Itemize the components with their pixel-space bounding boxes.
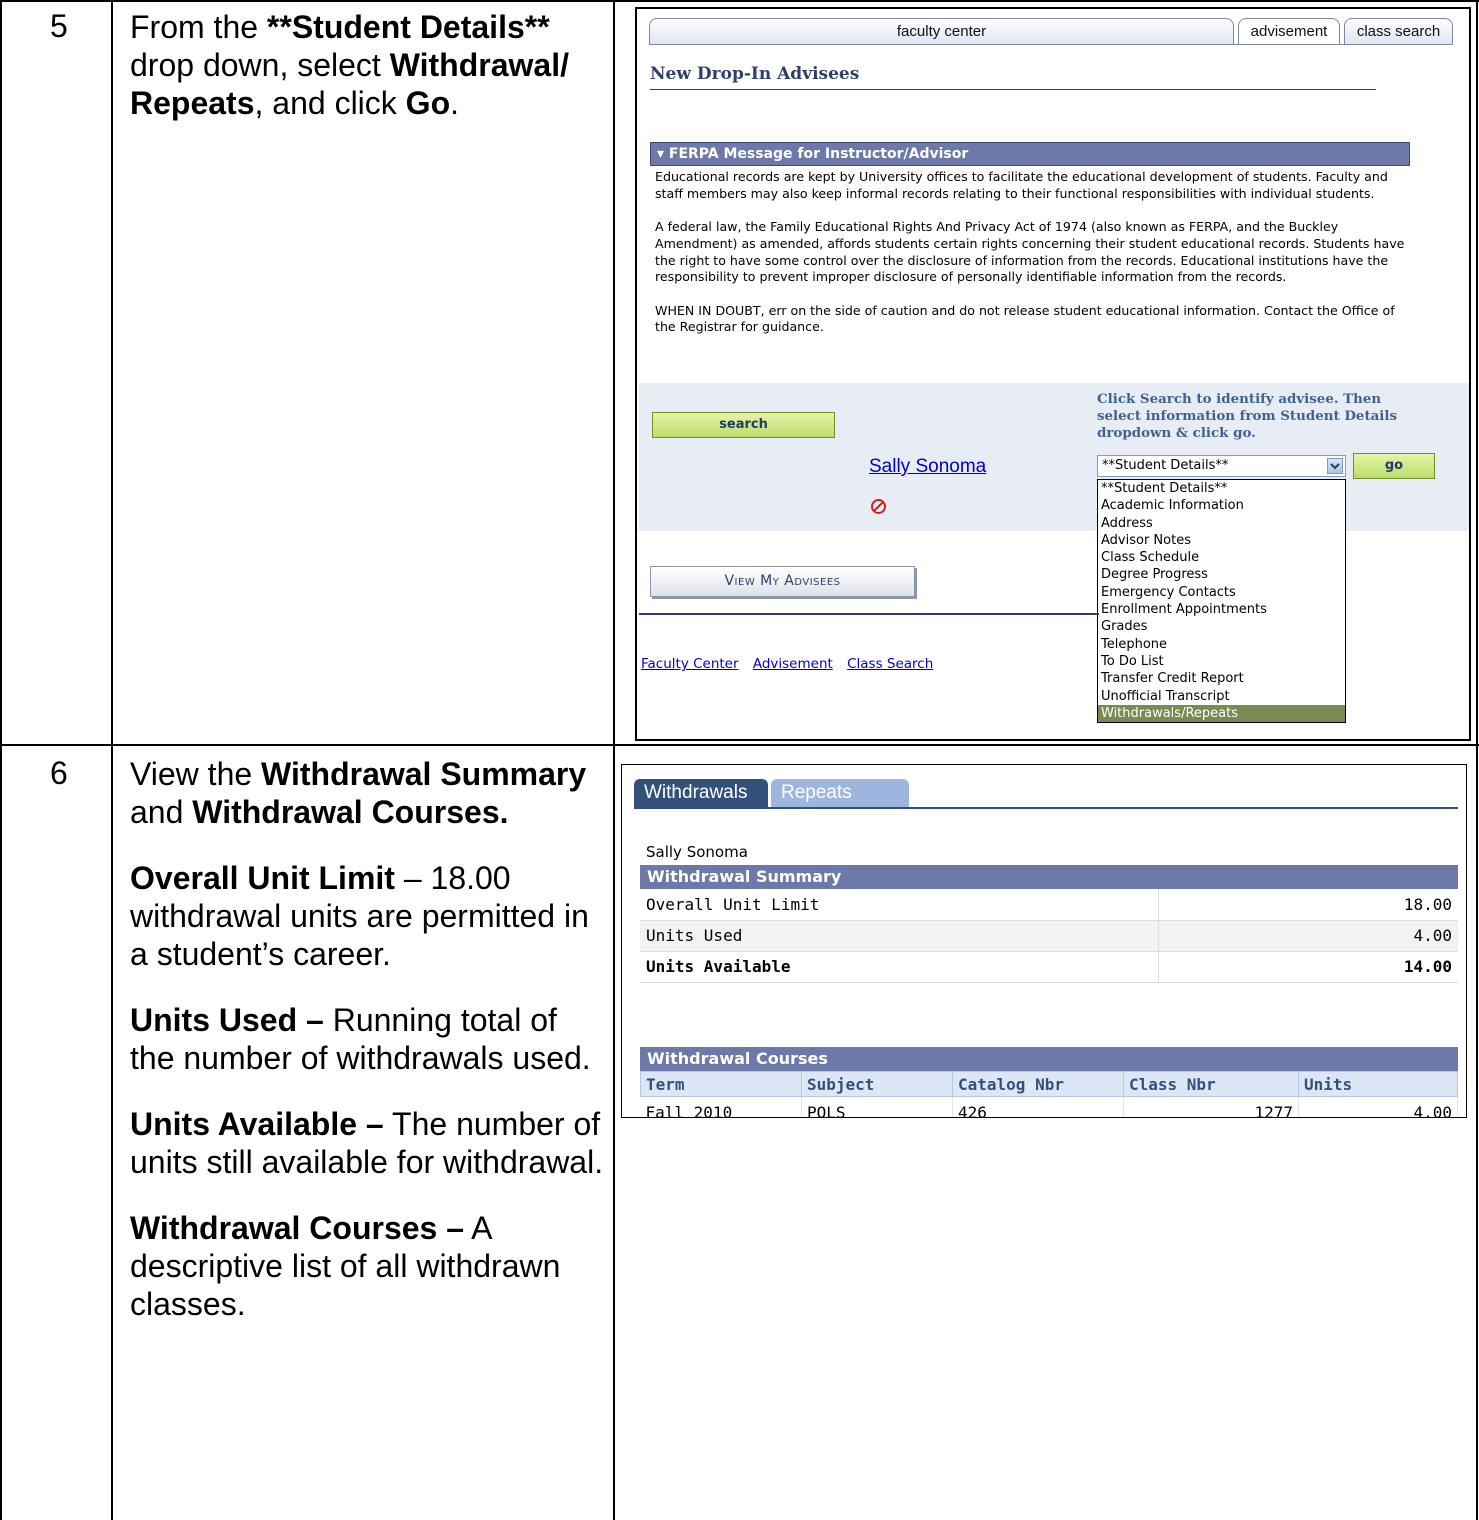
dropdown-option[interactable]: To Do List [1098, 653, 1345, 670]
withdrawals-screenshot: Withdrawals Repeats Sally Sonoma Withdra… [621, 764, 1467, 1118]
summary-value: 18.00 [1157, 889, 1458, 921]
go-button[interactable]: go [1353, 453, 1435, 479]
select-value: **Student Details** [1102, 458, 1229, 473]
instruction-paragraph: Withdrawal Courses – A descriptive list … [130, 1210, 561, 1322]
chevron-down-icon[interactable] [1327, 458, 1343, 474]
table-divider-col1 [111, 0, 113, 1520]
step-number: 6 [50, 755, 68, 791]
table-divider-row [0, 744, 1479, 746]
student-name-link[interactable]: Sally Sonoma [869, 456, 986, 478]
tab-baseline [634, 807, 1458, 809]
table-border-right [1476, 0, 1478, 1520]
view-my-advisees-button[interactable]: View My Advisees [650, 566, 915, 597]
footer-links: Faculty Center Advisement Class Search [641, 656, 943, 672]
step-number: 5 [50, 8, 68, 44]
search-button[interactable]: search [652, 412, 835, 438]
withdrawal-summary-header: Withdrawal Summary [640, 865, 1458, 889]
dropdown-option[interactable]: Grades [1098, 618, 1345, 635]
dropdown-option[interactable]: **Student Details** [1098, 480, 1345, 497]
summary-value: 4.00 [1157, 920, 1458, 952]
title-divider [650, 89, 1376, 90]
footer-link-class-search[interactable]: Class Search [847, 656, 933, 672]
summary-value: 14.00 [1157, 951, 1458, 983]
table-cell: Fall 2010 [640, 1096, 802, 1117]
dropdown-option[interactable]: Telephone [1098, 636, 1345, 653]
step-instruction: From the **Student Details** drop down, … [130, 9, 569, 121]
search-hint: Click Search to identify advisee. Then s… [1097, 391, 1398, 441]
dropdown-option-highlighted[interactable]: Withdrawals/Repeats [1098, 704, 1345, 723]
tab-baseline [649, 44, 1453, 45]
student-center-screenshot: faculty center advisement class search N… [635, 7, 1471, 741]
dropdown-option[interactable]: Enrollment Appointments [1098, 601, 1345, 618]
summary-label: Overall Unit Limit [640, 889, 1158, 921]
dropdown-option[interactable]: Address [1098, 515, 1345, 532]
withdrawal-summary-table: Overall Unit Limit 18.00 Units Used 4.00… [640, 889, 1458, 983]
ferpa-paragraph: A federal law, the Family Educational Ri… [655, 219, 1405, 285]
table-divider-col2 [613, 0, 615, 1520]
table-cell: 426 [952, 1096, 1124, 1117]
student-details-dropdown: **Student Details** Academic Information… [1097, 479, 1346, 724]
tab-faculty-center[interactable]: faculty center [649, 18, 1234, 45]
summary-label: Units Available [640, 951, 1158, 983]
dropdown-option[interactable]: Advisor Notes [1098, 532, 1345, 549]
table-row: Overall Unit Limit 18.00 [640, 889, 1458, 921]
withdrawal-courses-table: Term Subject Catalog Nbr Class Nbr Units… [640, 1071, 1458, 1117]
page-title: New Drop-In Advisees [650, 64, 860, 84]
table-border-left [0, 0, 2, 1520]
summary-label: Units Used [640, 920, 1158, 952]
table-row: Units Available 14.00 [640, 951, 1458, 983]
column-header[interactable]: Class Nbr [1123, 1071, 1299, 1097]
table-cell: POLS [801, 1096, 953, 1117]
instruction-paragraph: View the Withdrawal Summary and Withdraw… [130, 756, 587, 830]
no-entry-icon [871, 499, 886, 514]
instruction-paragraph: Units Used – Running total of the number… [130, 1002, 591, 1076]
footer-link-advisement[interactable]: Advisement [753, 656, 833, 672]
student-details-select[interactable]: **Student Details** [1097, 455, 1346, 477]
dropdown-option[interactable]: Academic Information [1098, 497, 1345, 514]
dropdown-option[interactable]: Unofficial Transcript [1098, 688, 1345, 705]
dropdown-option[interactable]: Class Schedule [1098, 549, 1345, 566]
column-header[interactable]: Term [640, 1071, 802, 1097]
table-row: Units Used 4.00 [640, 920, 1458, 952]
dropdown-option[interactable]: Degree Progress [1098, 566, 1345, 583]
student-name: Sally Sonoma [646, 843, 748, 861]
tab-withdrawals[interactable]: Withdrawals [634, 779, 768, 807]
withdrawal-courses-header: Withdrawal Courses [640, 1047, 1458, 1071]
step-instruction: View the Withdrawal Summary and Withdraw… [130, 755, 608, 1323]
table-border-top [0, 0, 1479, 2]
ferpa-paragraph: Educational records are kept by Universi… [655, 169, 1388, 201]
instruction-paragraph: Units Available – The number of units st… [130, 1106, 604, 1180]
instruction-paragraph: Overall Unit Limit – 18.00 withdrawal un… [130, 860, 589, 972]
section-divider [639, 613, 1099, 615]
dropdown-option[interactable]: Transfer Credit Report [1098, 670, 1345, 687]
dropdown-option[interactable]: Emergency Contacts [1098, 584, 1345, 601]
table-header-row: Term Subject Catalog Nbr Class Nbr Units [640, 1071, 1458, 1097]
column-header[interactable]: Catalog Nbr [952, 1071, 1124, 1097]
tab-repeats[interactable]: Repeats [771, 779, 909, 807]
tab-class-search[interactable]: class search [1344, 18, 1453, 45]
footer-link-faculty-center[interactable]: Faculty Center [641, 656, 739, 672]
ferpa-message: Educational records are kept by Universi… [655, 169, 1415, 353]
table-row: Fall 2010 POLS 426 1277 4.00 [640, 1096, 1458, 1117]
table-cell: 4.00 [1298, 1096, 1458, 1117]
ferpa-paragraph: WHEN IN DOUBT, err on the side of cautio… [655, 302, 1395, 335]
column-header[interactable]: Subject [801, 1071, 953, 1097]
column-header[interactable]: Units [1298, 1071, 1458, 1097]
tab-advisement[interactable]: advisement [1238, 18, 1340, 45]
table-cell: 1277 [1123, 1096, 1299, 1117]
ferpa-section-header[interactable]: ▾ FERPA Message for Instructor/Advisor [650, 142, 1410, 166]
